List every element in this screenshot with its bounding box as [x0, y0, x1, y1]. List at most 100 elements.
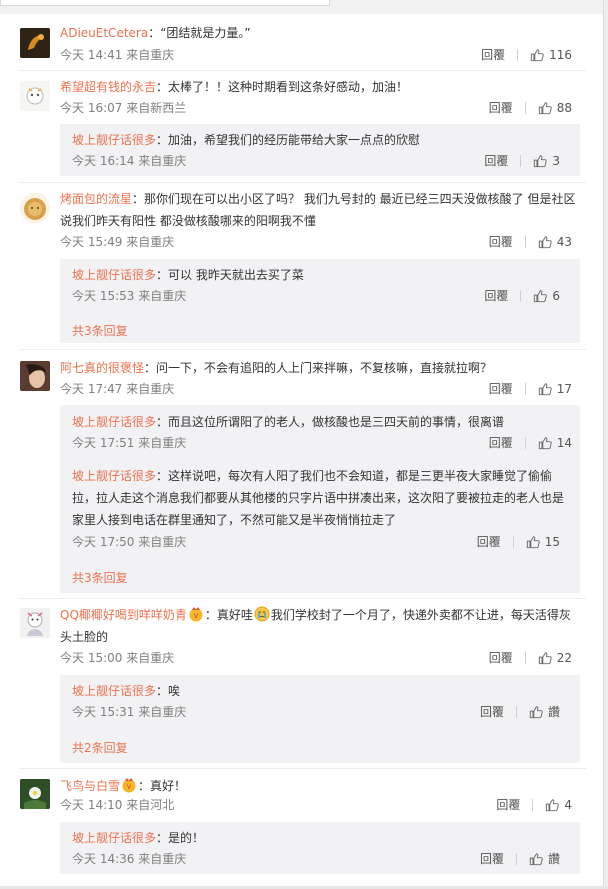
reply-button[interactable]: 回覆	[484, 288, 508, 304]
like-count[interactable]: 17	[557, 381, 572, 397]
reply-author[interactable]: 坡上靓仔话很多	[72, 415, 156, 429]
thumbs-up-icon[interactable]	[526, 535, 540, 549]
divider	[524, 383, 526, 395]
like-label[interactable]: 讚	[548, 704, 560, 720]
more-replies-link[interactable]: 共3条回复	[72, 322, 128, 339]
reply-author[interactable]: 坡上靓仔话很多	[72, 133, 156, 147]
reply-button[interactable]: 回覆	[480, 851, 504, 867]
like-count[interactable]: 6	[552, 288, 560, 304]
comment-meta: 今天 15:49 来自重庆	[60, 235, 175, 249]
comment-text: 烤面包的流星：那你们现在可以出小区了吗？ 我们九号封的 最近已经三四天没做核酸了…	[60, 188, 580, 232]
avatar[interactable]	[20, 28, 50, 58]
comment-body: ：问一下，不会有追阳的人上门来拌嘛，不复核嘛，直接就拉啊？	[144, 361, 493, 375]
thumbs-up-icon[interactable]	[529, 852, 543, 866]
like-count[interactable]: 14	[557, 435, 572, 451]
like-count[interactable]: 4	[564, 797, 572, 813]
thumbs-up-icon[interactable]	[538, 651, 552, 665]
reply-button[interactable]: 回覆	[489, 381, 513, 397]
reply-button[interactable]: 回覆	[496, 797, 520, 813]
divider	[524, 437, 526, 449]
thumbs-up-icon[interactable]	[533, 154, 547, 168]
reply-button[interactable]: 回覆	[489, 100, 513, 116]
divider	[524, 236, 526, 248]
thumbs-up-icon[interactable]	[529, 705, 543, 719]
reply-button[interactable]: 回覆	[477, 534, 501, 550]
divider	[512, 536, 514, 548]
comment-meta: 今天 16:07 来自新西兰	[60, 101, 187, 115]
thumbs-up-icon[interactable]	[530, 48, 544, 62]
reply-actions: 回覆 讚	[480, 704, 560, 720]
comment-text: 飞鸟与白雪 V ：真好！	[60, 775, 580, 797]
reply-button[interactable]: 回覆	[480, 704, 504, 720]
thumbs-up-icon[interactable]	[545, 798, 559, 812]
comment-author[interactable]: ADieuEtCetera	[60, 26, 148, 40]
page-right-edge	[603, 0, 608, 889]
reply-actions: 回覆 14	[489, 435, 572, 451]
reply-author[interactable]: 坡上靓仔话很多	[72, 268, 156, 282]
avatar[interactable]	[20, 193, 50, 223]
more-replies-link[interactable]: 共3条回复	[72, 569, 128, 586]
comment-author[interactable]: 阿七真的很褒怪	[60, 361, 144, 375]
like-label[interactable]: 讚	[548, 851, 560, 867]
reply-text: 坡上靓仔话很多：可以 我昨天就出去买了菜	[72, 264, 572, 286]
reply-meta: 今天 16:14 来自重庆	[72, 154, 187, 168]
reply-author[interactable]: 坡上靓仔话很多	[72, 831, 156, 845]
reply-actions: 回覆 讚	[480, 851, 560, 867]
reply-author[interactable]: 坡上靓仔话很多	[72, 684, 156, 698]
thumbs-up-icon[interactable]	[538, 101, 552, 115]
reply-author[interactable]: 坡上靓仔话很多	[72, 469, 156, 483]
more-replies-link[interactable]: 共2条回复	[72, 739, 128, 756]
reply-button[interactable]: 回覆	[481, 47, 505, 63]
reply-button[interactable]: 回覆	[489, 234, 513, 250]
reply-button[interactable]: 回覆	[484, 153, 508, 169]
divider	[532, 799, 534, 811]
like-count[interactable]: 88	[557, 100, 572, 116]
comment-meta: 今天 14:41 来自重庆	[60, 48, 175, 62]
like-count[interactable]: 3	[552, 153, 560, 169]
reply-body: ：可以 我昨天就出去买了菜	[156, 268, 304, 282]
reply-body: ：而且这位所谓阳了的老人，做核酸也是三四天前的事情，很离谱	[156, 415, 505, 429]
reply-actions: 回覆 15	[477, 534, 560, 550]
reply-button[interactable]: 回覆	[489, 435, 513, 451]
crying-face-emoji	[254, 606, 270, 622]
comment-author[interactable]: 希望超有钱的永吉	[60, 80, 156, 94]
comment-body: ：那你们现在可以出小区了吗？ 我们九号封的 最近已经三四天没做核酸了 但是社区说…	[60, 192, 576, 228]
comment-author[interactable]: 烤面包的流星	[60, 192, 132, 206]
comment-actions: 回覆 88	[489, 100, 572, 116]
comment-text: ADieuEtCetera：“团结就是力量。”	[60, 22, 580, 44]
thumbs-up-icon[interactable]	[538, 235, 552, 249]
comment-author[interactable]: QQ椰椰好喝到咩咩奶青	[60, 608, 187, 622]
avatar[interactable]	[20, 81, 50, 111]
comment-actions: 回覆 22	[489, 650, 572, 666]
reply-actions: 回覆 6	[484, 288, 560, 304]
like-count[interactable]: 116	[549, 47, 572, 63]
avatar[interactable]	[20, 779, 50, 809]
thumbs-up-icon[interactable]	[538, 436, 552, 450]
comment-actions: 回覆 4	[496, 797, 572, 813]
comment-body: ：“团结就是力量。”	[148, 26, 251, 40]
divider	[520, 155, 522, 167]
comment-text: QQ椰椰好喝到咩咩奶青 V ：真好哇 我们学校封了一个月了，快递外卖都不让进，每天活得…	[60, 604, 580, 648]
comment-divider	[20, 598, 586, 599]
avatar[interactable]	[20, 361, 50, 391]
like-count[interactable]: 43	[557, 234, 572, 250]
like-count[interactable]: 22	[557, 650, 572, 666]
like-count[interactable]: 15	[545, 534, 560, 550]
comment-author[interactable]: 飞鸟与白雪	[60, 779, 120, 793]
divider	[515, 706, 517, 718]
comment-divider	[20, 768, 586, 769]
thumbs-up-icon[interactable]	[538, 382, 552, 396]
reply-actions: 回覆 3	[484, 153, 560, 169]
reply-button[interactable]: 回覆	[489, 650, 513, 666]
vip-badge-icon: V	[122, 778, 136, 793]
reply-meta: 今天 15:53 来自重庆	[72, 289, 187, 303]
reply-meta: 今天 17:51 来自重庆	[72, 436, 187, 450]
comment-actions: 回覆 116	[481, 47, 572, 63]
comment-body: ：太棒了！！这种时期看到这条好感动，加油！	[156, 80, 409, 94]
vip-badge-icon: V	[189, 607, 203, 622]
comment-actions: 回覆 43	[489, 234, 572, 250]
avatar[interactable]	[20, 608, 50, 638]
thumbs-up-icon[interactable]	[533, 289, 547, 303]
reply-body: ：加油，希望我们的经历能带给大家一点点的欣慰	[156, 133, 421, 147]
reply-text: 坡上靓仔话很多：唉	[72, 680, 572, 702]
